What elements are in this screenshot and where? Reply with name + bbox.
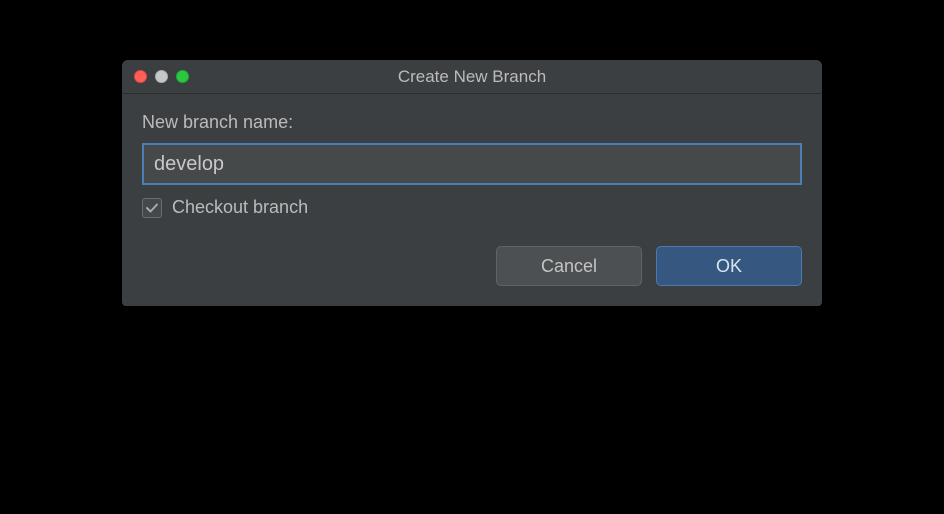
- dialog-title: Create New Branch: [122, 67, 822, 87]
- dialog-buttons: Cancel OK: [142, 246, 802, 286]
- cancel-button[interactable]: Cancel: [496, 246, 642, 286]
- branch-name-input[interactable]: [142, 143, 802, 185]
- close-icon[interactable]: [134, 70, 147, 83]
- minimize-icon[interactable]: [155, 70, 168, 83]
- branch-name-label: New branch name:: [142, 112, 802, 133]
- titlebar[interactable]: Create New Branch: [122, 60, 822, 94]
- ok-button[interactable]: OK: [656, 246, 802, 286]
- zoom-icon[interactable]: [176, 70, 189, 83]
- dialog-content: New branch name: Checkout branch Cancel …: [122, 94, 822, 306]
- checkout-branch-label: Checkout branch: [172, 197, 308, 218]
- create-branch-dialog: Create New Branch New branch name: Check…: [122, 60, 822, 306]
- checkout-branch-checkbox[interactable]: [142, 198, 162, 218]
- checkout-branch-row: Checkout branch: [142, 197, 802, 218]
- window-controls: [122, 70, 189, 83]
- checkmark-icon: [145, 201, 159, 215]
